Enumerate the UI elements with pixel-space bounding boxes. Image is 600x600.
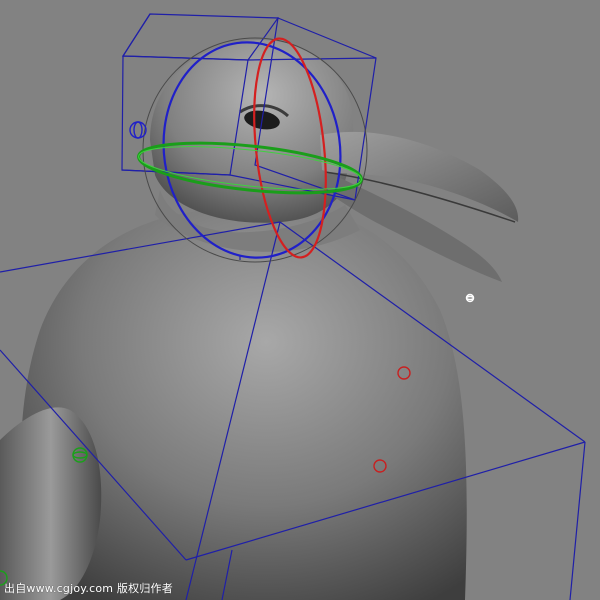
handle-white[interactable] [465, 293, 475, 303]
watermark-text: 出自www.cgjoy.com 版权归作者 [4, 582, 173, 595]
3d-viewport[interactable]: 出自www.cgjoy.com 版权归作者 [0, 0, 600, 600]
penguin-model[interactable] [0, 40, 519, 600]
handle-blue-left[interactable] [129, 121, 147, 139]
viewport-scene[interactable] [0, 0, 600, 600]
penguin-upper-beak[interactable] [320, 131, 519, 222]
